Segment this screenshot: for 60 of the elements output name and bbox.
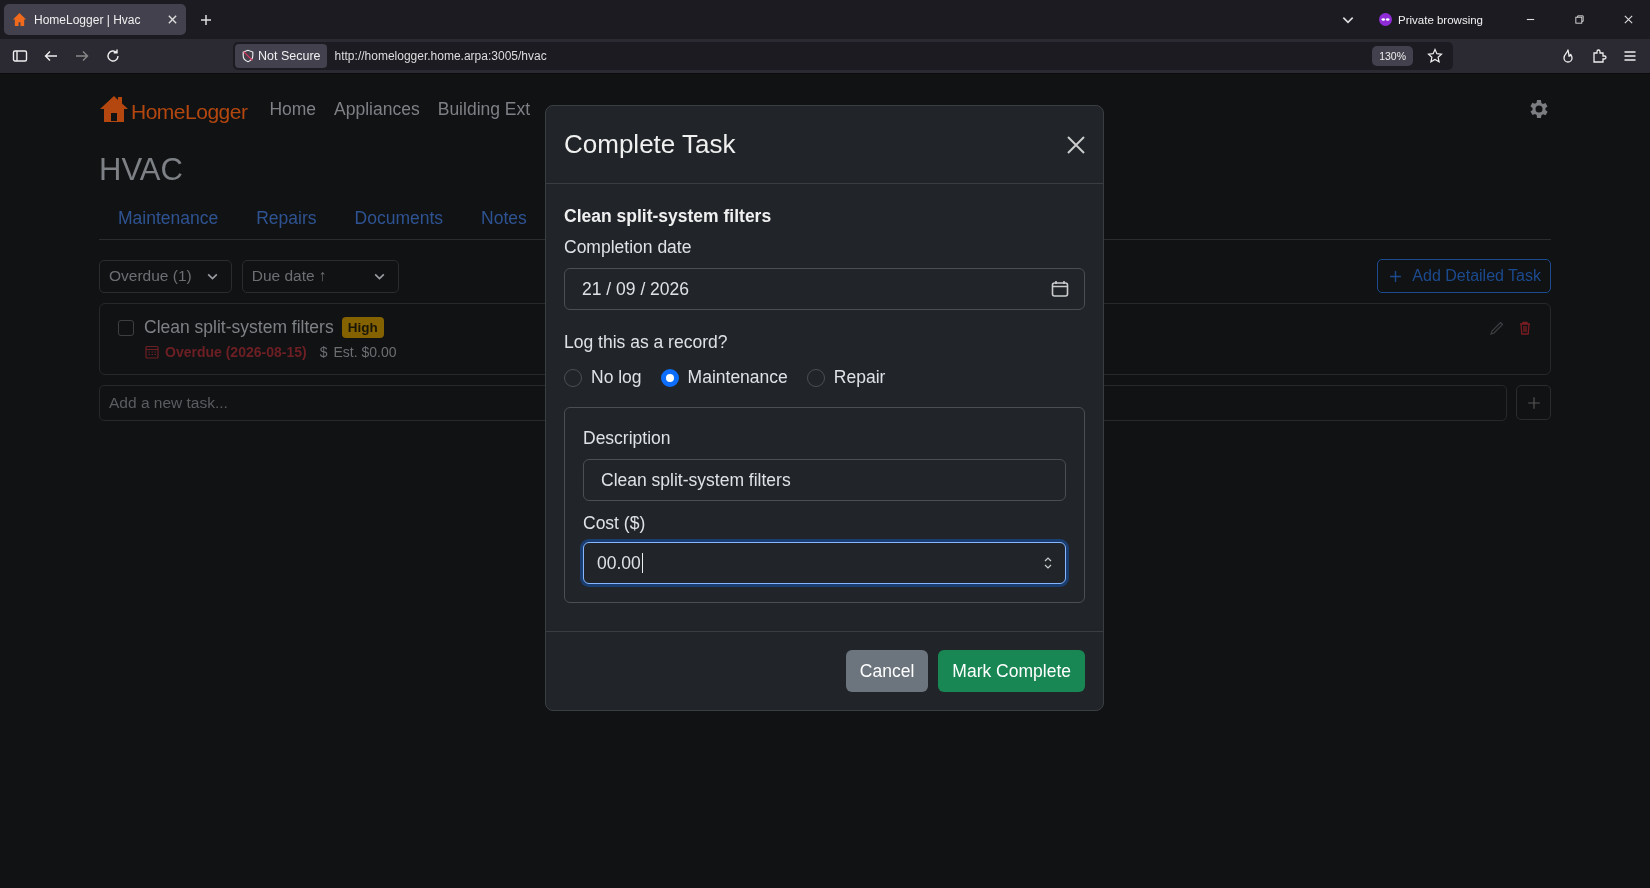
private-browsing-label: Private browsing	[1398, 13, 1483, 26]
restore-icon[interactable]	[1574, 14, 1585, 25]
forward-icon[interactable]	[74, 48, 90, 64]
calendar-icon[interactable]	[1051, 280, 1069, 298]
tab[interactable]: Maintenance	[118, 208, 219, 229]
dollar-icon: $	[319, 344, 328, 360]
nav-link[interactable]: Building Ext	[437, 98, 531, 120]
modal-title: Complete Task	[564, 129, 736, 160]
filter-dropdown[interactable]: Due date ↑	[241, 259, 399, 293]
house-icon	[99, 94, 129, 124]
sidebar-icon[interactable]	[12, 48, 28, 64]
description-field[interactable]: Clean split-system filters	[583, 459, 1066, 501]
menu-icon[interactable]	[1622, 48, 1638, 64]
tab[interactable]: Notes	[481, 208, 527, 229]
calendar-icon	[145, 345, 159, 359]
radio-option[interactable]: No log	[564, 367, 642, 388]
mask-icon	[1379, 13, 1392, 26]
reload-icon[interactable]	[105, 48, 121, 64]
task-name: Clean split-system filters	[564, 206, 773, 227]
cost-estimate: Est. $0.00	[333, 344, 397, 360]
security-badge[interactable]: Not Secure	[235, 44, 327, 68]
nav-link[interactable]: Appliances	[334, 98, 420, 120]
close-icon[interactable]	[1066, 134, 1086, 155]
new-tab-icon[interactable]	[200, 13, 212, 26]
nav-link[interactable]: Home	[269, 98, 317, 120]
radio-option[interactable]: Maintenance	[660, 367, 788, 388]
zoom-level[interactable]: 130%	[1372, 46, 1413, 66]
flame-icon[interactable]	[1560, 48, 1576, 64]
shield-icon	[241, 49, 255, 63]
field-label: Completion date	[564, 237, 693, 258]
close-icon[interactable]	[1623, 14, 1634, 25]
due-date: Overdue (2026-08-15)	[165, 344, 307, 360]
radio-button[interactable]	[660, 368, 679, 387]
house-icon	[12, 12, 27, 27]
close-icon[interactable]	[167, 14, 178, 25]
radio-option[interactable]: Repair	[806, 367, 886, 388]
back-icon[interactable]	[43, 48, 59, 64]
field-label: Cost ($)	[583, 513, 647, 534]
tab-title: HomeLogger | Hvac	[34, 12, 142, 27]
puzzle-icon[interactable]	[1591, 48, 1607, 64]
checkbox[interactable]	[118, 319, 134, 336]
tab[interactable]: Repairs	[256, 208, 317, 229]
priority-badge: High	[341, 317, 384, 338]
cost-field[interactable]: 00.00	[583, 542, 1066, 584]
field-label: Log this as a record?	[564, 332, 729, 353]
page-title: HVAC	[99, 152, 184, 189]
tab[interactable]: Documents	[354, 208, 444, 229]
task-title: Clean split-system filters	[144, 317, 334, 338]
spinner-icon[interactable]	[1043, 555, 1053, 571]
browser-tab[interactable]: HomeLogger | Hvac	[4, 4, 186, 35]
url-text[interactable]: http://homelogger.home.arpa:3005/hvac	[334, 49, 547, 63]
field-label: Description	[583, 428, 672, 449]
plus-icon	[1526, 395, 1541, 410]
star-icon[interactable]	[1427, 48, 1443, 64]
date-field[interactable]: 21 / 09 / 2026	[564, 268, 1085, 310]
filter-dropdown[interactable]: Overdue (1)	[99, 259, 232, 293]
brand-logo[interactable]: HomeLogger	[99, 94, 248, 124]
plus-icon	[1389, 269, 1403, 283]
cancel-button[interactable]: Cancel	[845, 650, 929, 692]
mark-complete-button[interactable]: Mark Complete	[938, 650, 1085, 692]
